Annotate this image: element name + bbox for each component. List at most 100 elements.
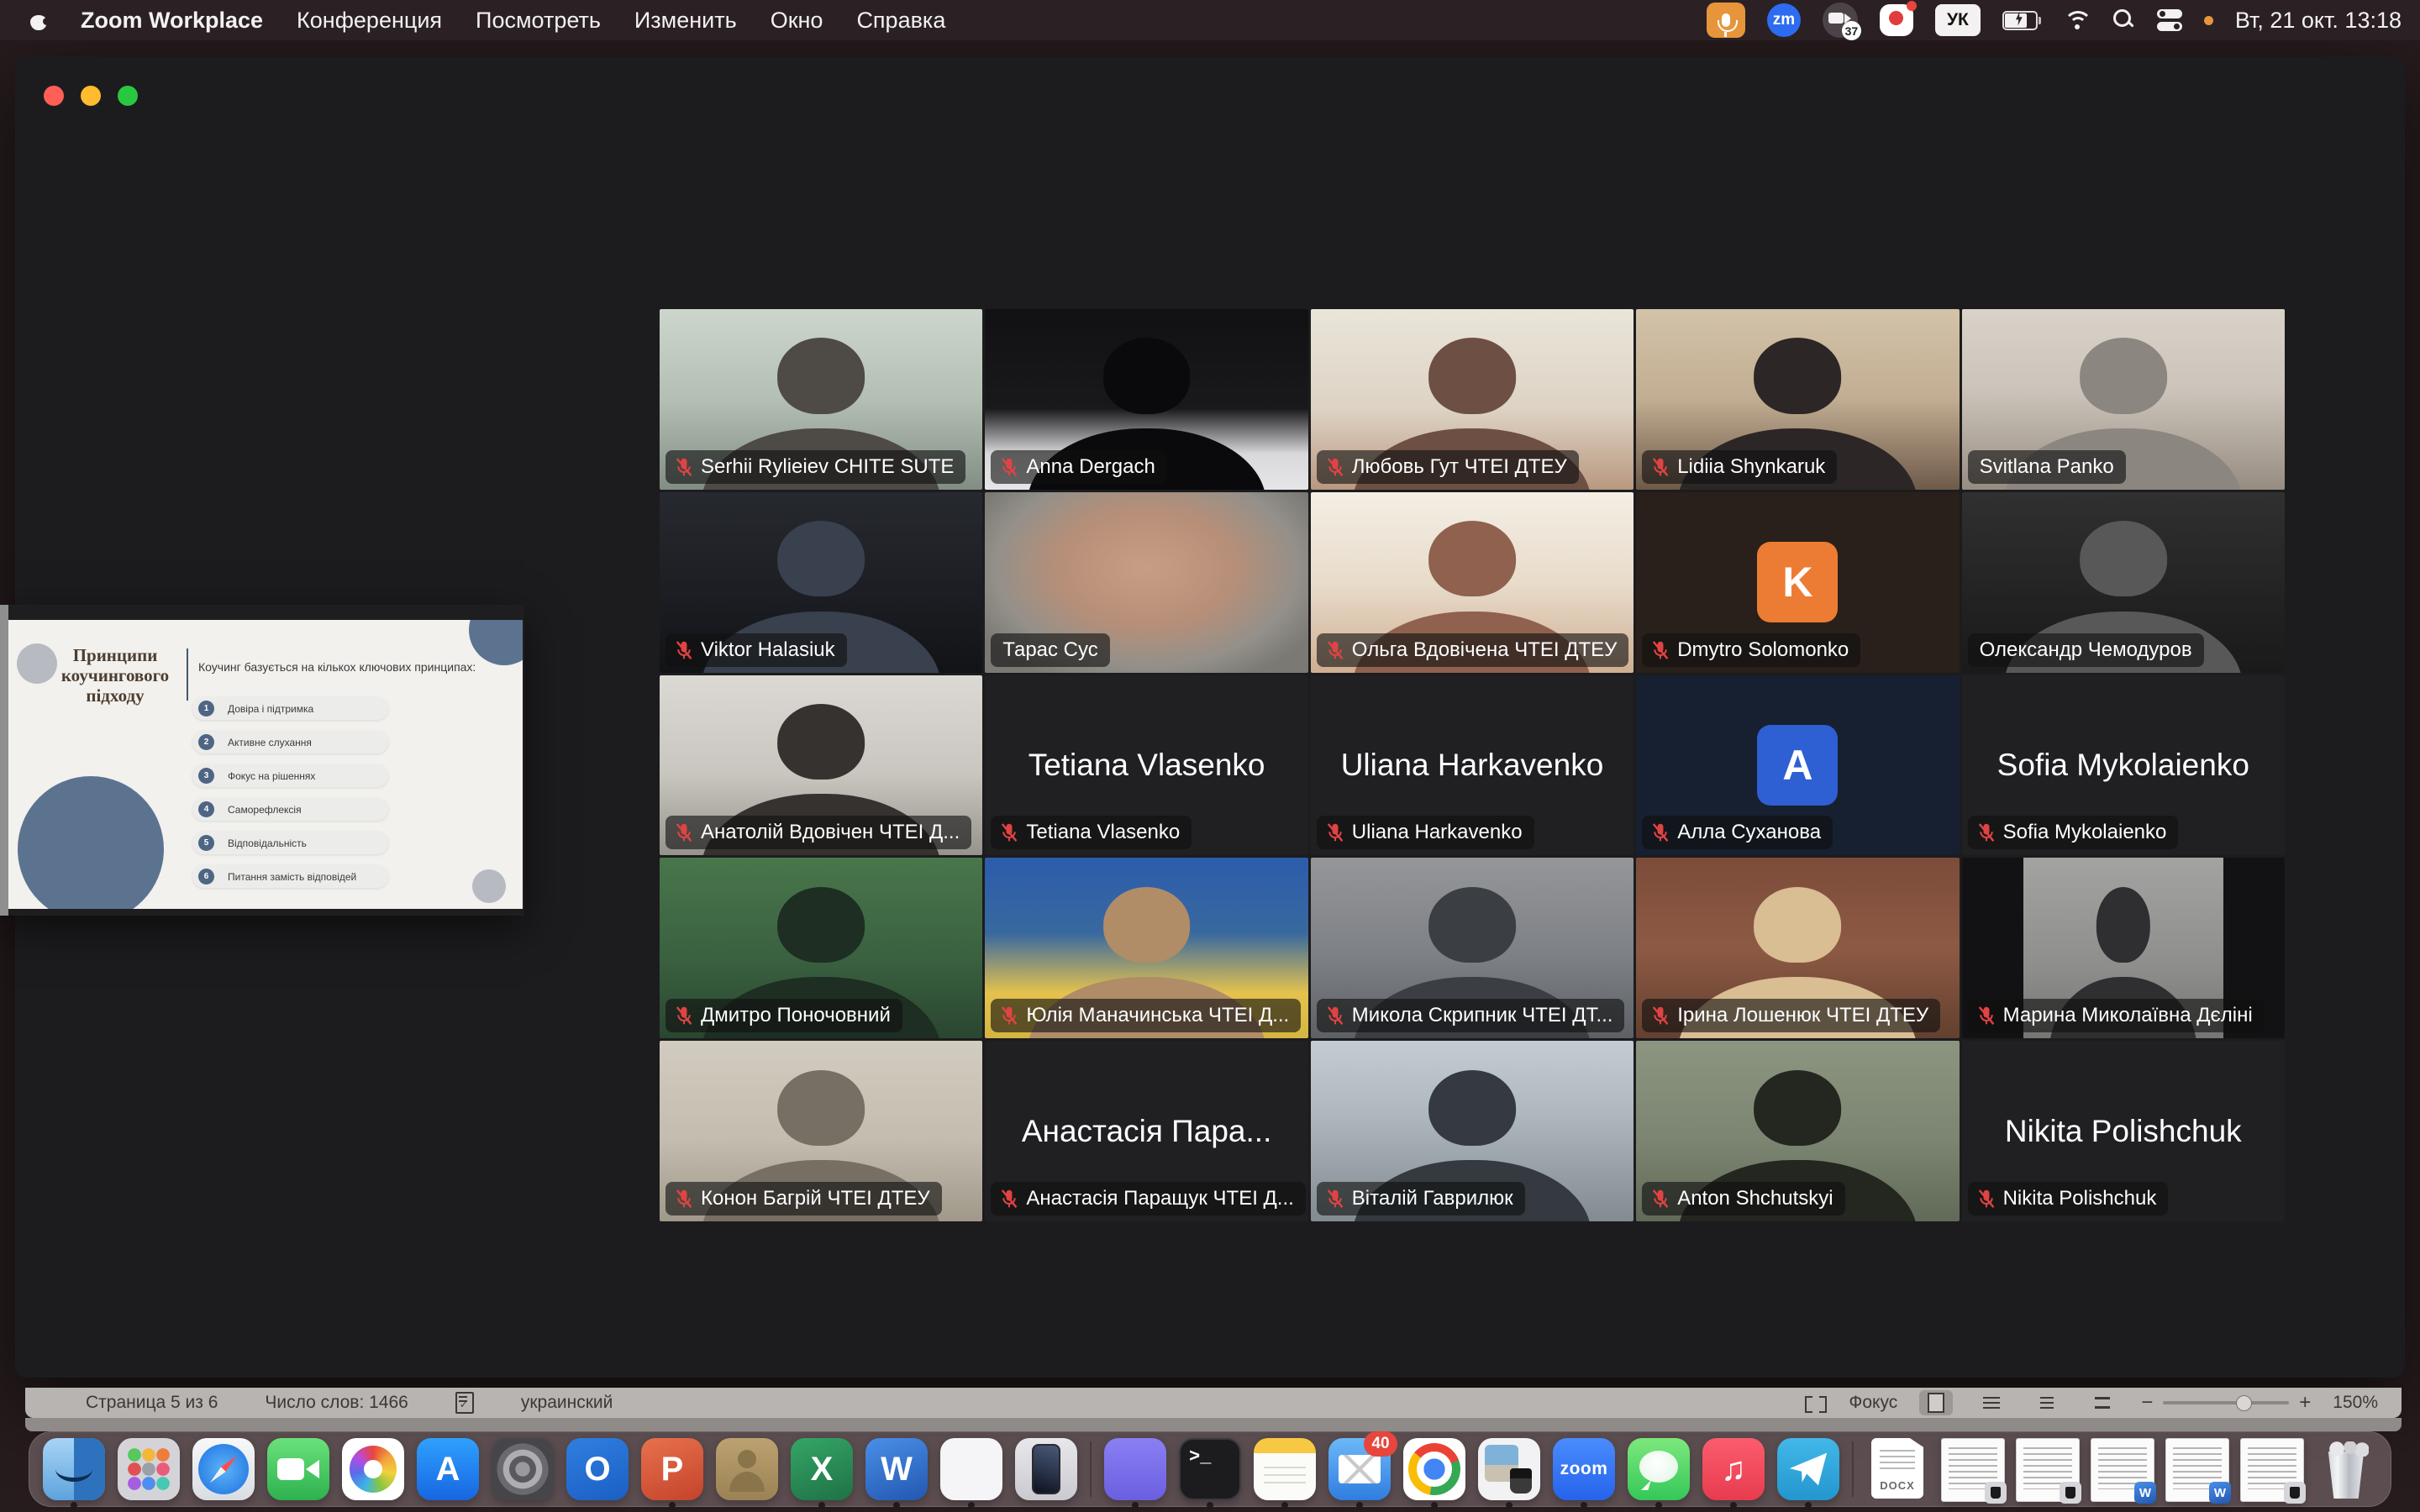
- dock-item-music[interactable]: ♫: [1702, 1438, 1765, 1500]
- search-icon[interactable]: [2113, 9, 2135, 31]
- camera-count-icon[interactable]: 37: [1823, 3, 1858, 38]
- dock-item-telegram[interactable]: [1777, 1438, 1839, 1500]
- dock-item-chrome[interactable]: [1403, 1438, 1465, 1500]
- proofing-icon[interactable]: [455, 1392, 474, 1414]
- dock-item-minimized-doc-3[interactable]: W: [2091, 1438, 2153, 1500]
- menu-item-3[interactable]: Изменить: [634, 8, 737, 34]
- dock-item-app-store[interactable]: A: [417, 1438, 479, 1500]
- dock-item-word[interactable]: W: [865, 1438, 928, 1500]
- dock-item-outlook[interactable]: O: [566, 1438, 629, 1500]
- dock-item-viber[interactable]: [1104, 1438, 1166, 1500]
- notes-icon: [1254, 1438, 1316, 1500]
- participant-tile[interactable]: Юлія Маначинська ЧТЕІ Д...: [985, 858, 1307, 1038]
- dock-item-messages[interactable]: [1628, 1438, 1690, 1500]
- participant-tile[interactable]: Марина Миколаївна Дєліні: [1962, 858, 2285, 1038]
- dock-item-docx-file[interactable]: DOCX: [1866, 1438, 1928, 1500]
- wifi-dot: [2075, 24, 2080, 29]
- dock-item-zoom[interactable]: zoom: [1553, 1438, 1615, 1500]
- menu-item-1[interactable]: Конференция: [297, 8, 442, 34]
- participant-tile[interactable]: Lidiia Shynkaruk: [1636, 309, 1959, 490]
- dock-item-iphone-mirroring[interactable]: [1015, 1438, 1077, 1500]
- dock-item-system-settings[interactable]: [492, 1438, 554, 1500]
- participant-tile[interactable]: Любовь Гут ЧТЕІ ДТЕУ: [1311, 309, 1634, 490]
- participant-tile[interactable]: AАлла Суханова: [1636, 675, 1959, 856]
- participant-tile[interactable]: Uliana HarkavenkoUliana Harkavenko: [1311, 675, 1634, 856]
- zoom-slider[interactable]: − +: [2141, 1393, 2311, 1413]
- participant-tile[interactable]: Tetiana VlasenkoTetiana Vlasenko: [985, 675, 1307, 856]
- control-center-icon[interactable]: [2157, 9, 2182, 31]
- menu-item-4[interactable]: Окно: [771, 8, 823, 34]
- dock-item-photos[interactable]: [342, 1438, 404, 1500]
- web-layout-view-button[interactable]: [1975, 1390, 2008, 1415]
- dock-item-photo-inkwell-app[interactable]: [1478, 1438, 1540, 1500]
- participant-tile[interactable]: Ольга Вдовічена ЧТЕІ ДТЕУ: [1311, 492, 1634, 673]
- zoom-in-icon[interactable]: +: [2299, 1393, 2311, 1413]
- participant-tile[interactable]: Svitlana Panko: [1962, 309, 2285, 490]
- participant-tile[interactable]: Тарас Сус: [985, 492, 1307, 673]
- menu-item-5[interactable]: Справка: [856, 8, 945, 34]
- draft-view-button[interactable]: [2086, 1390, 2119, 1415]
- background-window-edge: [25, 1418, 2402, 1431]
- zoom-slider-track[interactable]: [2163, 1401, 2289, 1404]
- zoom-out-icon[interactable]: −: [2141, 1393, 2153, 1413]
- minimize-button[interactable]: [81, 86, 101, 106]
- fullscreen-button[interactable]: [118, 86, 138, 106]
- zm-menu-icon[interactable]: zm: [1767, 3, 1801, 37]
- menu-clock[interactable]: Вт, 21 окт. 13:18: [2235, 8, 2402, 34]
- menu-item-2[interactable]: Посмотреть: [476, 8, 601, 34]
- dock-item-contacts[interactable]: [716, 1438, 778, 1500]
- dock-item-minimized-doc-2[interactable]: [2016, 1438, 2078, 1500]
- participant-tile[interactable]: Микола Скрипник ЧТЕІ ДТ...: [1311, 858, 1634, 1038]
- participant-name: Ольга Вдовічена ЧТЕІ ДТЕУ: [1352, 638, 1618, 662]
- dock-item-minimized-doc-1[interactable]: [1941, 1438, 2003, 1500]
- participant-tile[interactable]: Олександр Чемодуров: [1962, 492, 2285, 673]
- print-layout-view-button[interactable]: [1919, 1390, 1953, 1415]
- word-count[interactable]: Число слов: 1466: [265, 1393, 408, 1413]
- dock-item-terminal[interactable]: >_: [1179, 1438, 1241, 1500]
- dock-item-safari[interactable]: [192, 1438, 255, 1500]
- word-document-window[interactable]: Принципи коучингового підходу Коучинг ба…: [0, 605, 524, 916]
- participant-tile[interactable]: Анатолій Вдовічен ЧТЕІ Д...: [660, 675, 982, 856]
- wifi-icon[interactable]: [2063, 9, 2091, 31]
- participant-tile[interactable]: Anna Dergach: [985, 309, 1307, 490]
- participant-tile[interactable]: Anton Shchutskyi: [1636, 1041, 1959, 1221]
- dock-item-powerpoint[interactable]: P: [641, 1438, 703, 1500]
- participant-tile[interactable]: Serhii Rylieiev CHITE SUTE: [660, 309, 982, 490]
- participant-tile[interactable]: Конон Багрій ЧТЕІ ДТЕУ: [660, 1041, 982, 1221]
- close-button[interactable]: [44, 86, 64, 106]
- toggle-pill: [2157, 9, 2182, 18]
- focus-label[interactable]: Фокус: [1849, 1393, 1897, 1413]
- participant-tile[interactable]: Ірина Лошенюк ЧТЕІ ДТЕУ: [1636, 858, 1959, 1038]
- participant-tile[interactable]: KDmytro Solomonko: [1636, 492, 1959, 673]
- participant-tile[interactable]: Дмитро Поночовний: [660, 858, 982, 1038]
- language-indicator[interactable]: украинский: [521, 1393, 613, 1413]
- dock-item-mail[interactable]: 40: [1328, 1438, 1391, 1500]
- microphone-status-button[interactable]: [1707, 3, 1745, 38]
- dock-item-excel[interactable]: X: [791, 1438, 853, 1500]
- participant-tile[interactable]: Віталій Гаврилюк: [1311, 1041, 1634, 1221]
- focus-icon[interactable]: [1805, 1396, 1827, 1410]
- dock-item-facetime[interactable]: [267, 1438, 329, 1500]
- participant-tile[interactable]: Sofia MykolaienkoSofia Mykolaienko: [1962, 675, 2285, 856]
- viber-status-icon[interactable]: [1880, 4, 1913, 36]
- dock-item-notes[interactable]: [1254, 1438, 1316, 1500]
- dock-item-minimized-doc-4[interactable]: W: [2165, 1438, 2228, 1500]
- keyboard-layout-badge[interactable]: УК: [1935, 4, 1981, 36]
- participant-tile[interactable]: Nikita PolishchukNikita Polishchuk: [1962, 1041, 2285, 1221]
- dock-item-freeform[interactable]: [940, 1438, 1002, 1500]
- dock-item-trash[interactable]: [2315, 1438, 2377, 1500]
- participant-tile[interactable]: Анастасія Пара...Анастасія Паращук ЧТЕІ …: [985, 1041, 1307, 1221]
- running-indicator: [1431, 1502, 1438, 1509]
- page-indicator[interactable]: Страница 5 из 6: [86, 1393, 218, 1413]
- zoom-level[interactable]: 150%: [2333, 1393, 2378, 1413]
- battery-indicator[interactable]: [2002, 11, 2041, 30]
- zoom-slider-knob[interactable]: [2236, 1395, 2252, 1411]
- dock-item-minimized-doc-5[interactable]: [2240, 1438, 2302, 1500]
- participant-tile[interactable]: Viktor Halasiuk: [660, 492, 982, 673]
- dock-item-launchpad[interactable]: [118, 1438, 180, 1500]
- apple-icon[interactable]: [30, 11, 47, 30]
- running-indicator: [968, 1502, 975, 1509]
- outline-view-button[interactable]: [2030, 1390, 2064, 1415]
- dock-item-finder[interactable]: [43, 1438, 105, 1500]
- app-menu-title[interactable]: Zoom Workplace: [81, 8, 263, 34]
